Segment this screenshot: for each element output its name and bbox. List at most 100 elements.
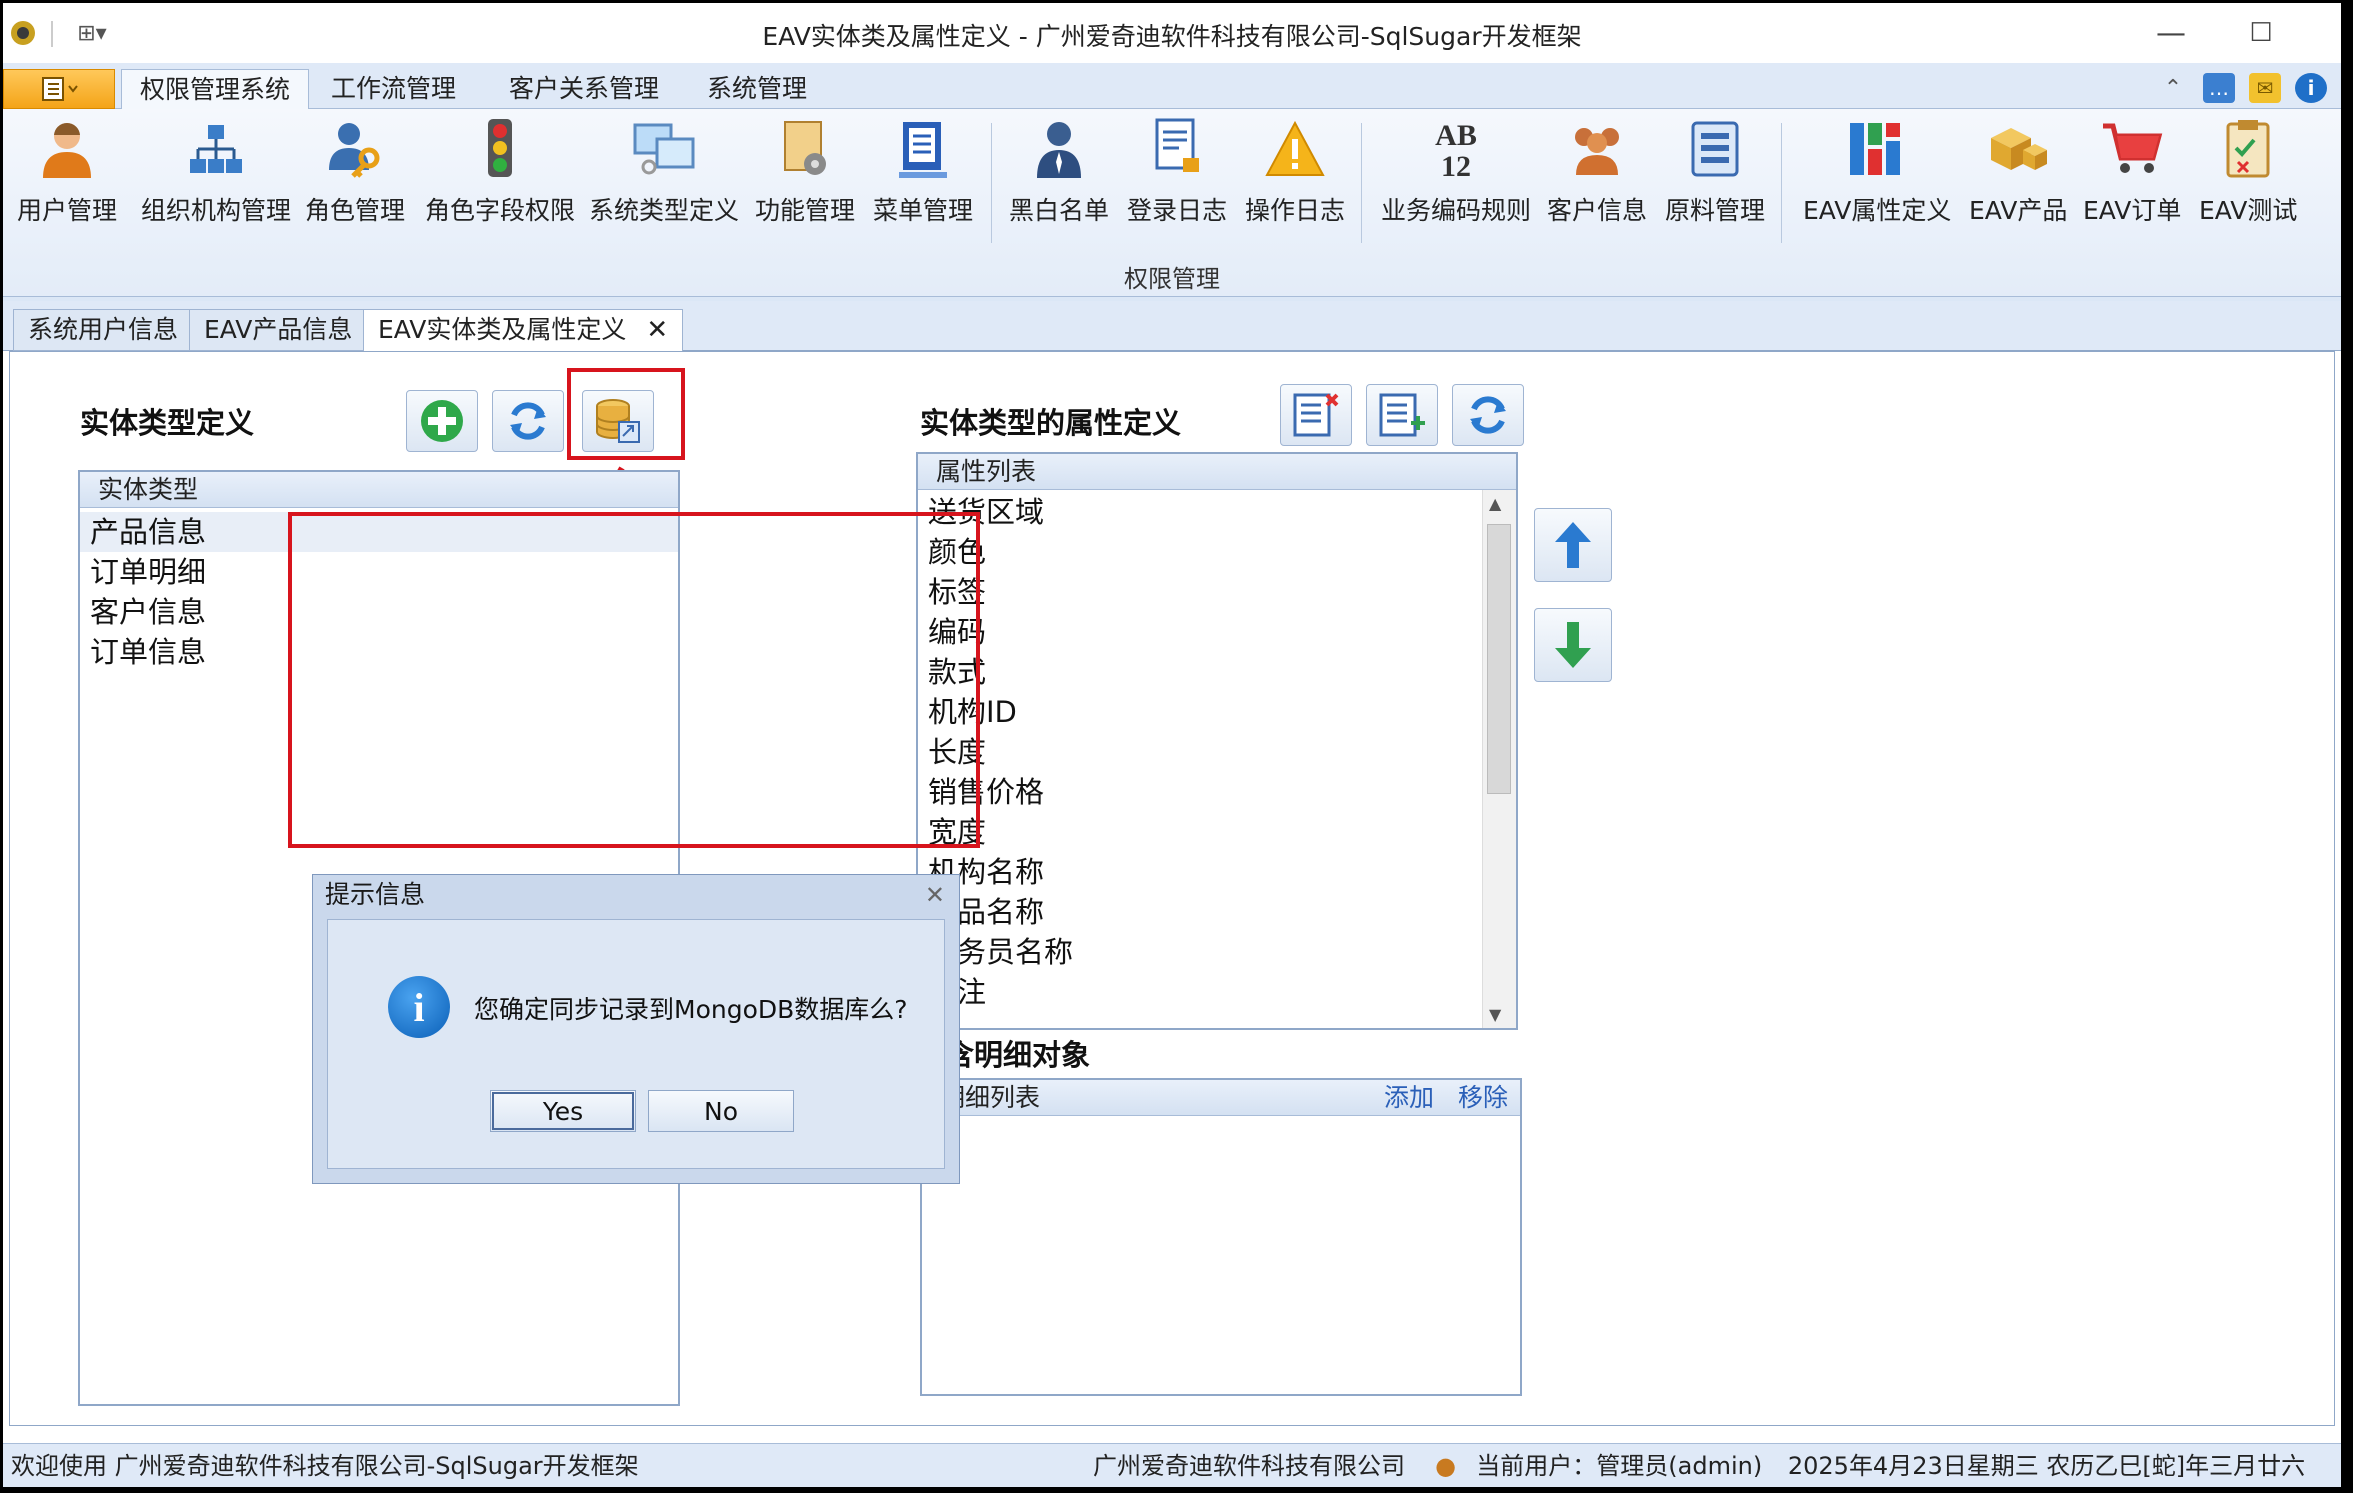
tab-crm[interactable]: 客户关系管理: [491, 69, 677, 109]
list-item[interactable]: 颜色: [918, 532, 1516, 572]
content-area: 实体类型定义 实体类型 产品信息 订单明细 客户信息 订单信息 ------> …: [9, 351, 2335, 1426]
detail-remove-link[interactable]: 移除: [1458, 1080, 1508, 1116]
yes-button[interactable]: Yes: [490, 1090, 636, 1132]
list-item[interactable]: 机构名称: [918, 852, 1516, 892]
app-menu-button[interactable]: [3, 69, 115, 109]
list-item[interactable]: 款式: [918, 652, 1516, 692]
sync-button-highlight: [567, 368, 685, 460]
entity-type-heading: 实体类型定义: [80, 406, 255, 440]
list-item[interactable]: 长度: [918, 732, 1516, 772]
customer-info-button[interactable]: 客户信息: [1547, 117, 1647, 235]
attribute-items: 送货区域 颜色 标签 编码 款式 机构ID 长度 销售价格 宽度 机构名称 产品…: [918, 490, 1516, 1012]
add-entity-button[interactable]: [406, 390, 478, 452]
svg-text:12: 12: [1441, 150, 1471, 180]
list-item[interactable]: 销售价格: [918, 772, 1516, 812]
dialog-highlight: [288, 512, 980, 848]
dialog-body: i 您确定同步记录到MongoDB数据库么? Yes No: [327, 919, 945, 1169]
add-attribute-button[interactable]: [1366, 384, 1438, 446]
no-button[interactable]: No: [648, 1090, 794, 1132]
list-item[interactable]: 备注: [918, 972, 1516, 1012]
list-add-icon: [1379, 393, 1425, 437]
list-item[interactable]: 宽度: [918, 812, 1516, 852]
operation-log-button[interactable]: 操作日志: [1245, 117, 1345, 235]
move-up-button[interactable]: [1534, 508, 1612, 582]
collapse-ribbon-icon[interactable]: ⌃: [2157, 73, 2189, 103]
blacklist-button[interactable]: 黑白名单: [1009, 117, 1109, 235]
eav-attribute-definition-button[interactable]: EAV属性定义: [1803, 117, 1951, 235]
tab-system-user-info[interactable]: 系统用户信息: [13, 309, 194, 351]
eav-product-button[interactable]: EAV产品: [1969, 117, 2067, 235]
current-user: 当前用户：管理员(admin): [1476, 1452, 1763, 1480]
role-key-icon: [324, 117, 386, 181]
status-bar: 欢迎使用 广州爱奇迪软件科技有限公司-SqlSugar开发框架 广州爱奇迪软件科…: [3, 1443, 2341, 1487]
eav-order-button[interactable]: EAV订单: [2083, 117, 2181, 235]
ribbon: 权限管理系统 工作流管理 客户关系管理 系统管理 ⌃ … ✉ i 用户管理 组织…: [3, 63, 2341, 301]
list-item[interactable]: 机构ID: [918, 692, 1516, 732]
list-item[interactable]: 产品名称: [918, 892, 1516, 932]
ribbon-panel: 用户管理 组织机构管理 角色管理 角色字段权限 系统类型定义 功能管理 菜单管理…: [3, 109, 2341, 297]
document-tab-bar: 系统用户信息 EAV产品信息 EAV实体类及属性定义 ✕: [3, 301, 2341, 352]
info-icon[interactable]: i: [2295, 73, 2327, 103]
scroll-up-icon[interactable]: ▲: [1489, 494, 1501, 513]
user-avatar-icon: ●: [1435, 1452, 1457, 1480]
minimize-button[interactable]: —: [2131, 7, 2211, 59]
system-type-button[interactable]: 系统类型定义: [589, 117, 739, 235]
user-management-button[interactable]: 用户管理: [17, 117, 117, 235]
menu-book-icon: [892, 117, 954, 181]
mail-icon[interactable]: ✉: [2249, 73, 2281, 103]
app-window: ⊞▾ EAV实体类及属性定义 - 广州爱奇迪软件科技有限公司-SqlSugar开…: [3, 3, 2341, 1487]
window-title: EAV实体类及属性定义 - 广州爱奇迪软件科技有限公司-SqlSugar开发框架: [762, 22, 1582, 51]
business-code-rule-button[interactable]: AB 12 业务编码规则: [1381, 117, 1531, 235]
role-management-button[interactable]: 角色管理: [305, 117, 405, 235]
ribbon-tab-bar: 权限管理系统 工作流管理 客户关系管理 系统管理 ⌃ … ✉ i: [3, 63, 2341, 110]
entity-type-list-header: 实体类型: [80, 472, 678, 508]
attribute-list-scrollbar[interactable]: ▲ ▼: [1482, 490, 1516, 1028]
scrollbar-thumb[interactable]: [1487, 524, 1511, 794]
material-management-button[interactable]: 原料管理: [1665, 117, 1765, 235]
tab-workflow[interactable]: 工作流管理: [313, 69, 474, 109]
list-item[interactable]: 标签: [918, 572, 1516, 612]
user-icon: [36, 117, 98, 181]
menu-management-button[interactable]: 菜单管理: [873, 117, 973, 235]
function-gear-icon: [774, 117, 836, 181]
ribbon-separator: [1361, 123, 1362, 243]
tab-eav-entity-definition[interactable]: EAV实体类及属性定义 ✕: [363, 309, 684, 352]
maximize-button[interactable]: ☐: [2221, 7, 2301, 59]
ribbon-separator: [1781, 123, 1782, 243]
list-item[interactable]: 送货区域: [918, 492, 1516, 532]
tab-permission-system[interactable]: 权限管理系统: [121, 69, 310, 110]
close-button[interactable]: ✕: [2311, 7, 2341, 59]
delete-attribute-button[interactable]: [1280, 384, 1352, 446]
refresh-icon: [510, 402, 546, 440]
refresh-icon: [1470, 396, 1506, 434]
eav-test-button[interactable]: EAV测试: [2199, 117, 2297, 235]
attribute-list: 属性列表 送货区域 颜色 标签 编码 款式 机构ID 长度 销售价格 宽度 机构…: [916, 452, 1518, 1030]
boxes-icon: [1987, 117, 2049, 181]
dialog-close-button[interactable]: ✕: [925, 881, 945, 909]
close-tab-icon[interactable]: ✕: [646, 315, 668, 345]
scroll-down-icon[interactable]: ▼: [1489, 1005, 1501, 1024]
current-date: 2025年4月23日星期三 农历乙巳[蛇]年三月廿六: [1787, 1452, 2306, 1480]
clipboard-check-icon: [2217, 117, 2279, 181]
login-log-button[interactable]: 登录日志: [1127, 117, 1227, 235]
confirm-dialog: 提示信息 ✕ i 您确定同步记录到MongoDB数据库么? Yes No: [312, 874, 960, 1184]
role-field-permission-button[interactable]: 角色字段权限: [425, 117, 575, 235]
org-management-button[interactable]: 组织机构管理: [141, 117, 291, 235]
move-down-button[interactable]: [1534, 608, 1612, 682]
function-management-button[interactable]: 功能管理: [755, 117, 855, 235]
company-name: 广州爱奇迪软件科技有限公司: [1093, 1452, 1405, 1480]
refresh-attributes-button[interactable]: [1452, 384, 1524, 446]
monitors-icon: [633, 117, 695, 181]
eav-chart-icon: [1846, 117, 1908, 181]
title-bar: ⊞▾ EAV实体类及属性定义 - 广州爱奇迪软件科技有限公司-SqlSugar开…: [3, 3, 2341, 63]
message-icon[interactable]: …: [2203, 73, 2235, 103]
refresh-entities-button[interactable]: [492, 390, 564, 452]
login-log-icon: [1146, 117, 1208, 181]
detail-add-link[interactable]: 添加: [1384, 1080, 1434, 1116]
org-chart-icon: [185, 117, 247, 181]
ribbon-group-label: 权限管理: [1124, 265, 1220, 293]
list-item[interactable]: 业务员名称: [918, 932, 1516, 972]
tab-eav-product-info[interactable]: EAV产品信息: [189, 309, 368, 351]
list-item[interactable]: 编码: [918, 612, 1516, 652]
tab-system-management[interactable]: 系统管理: [689, 69, 825, 109]
